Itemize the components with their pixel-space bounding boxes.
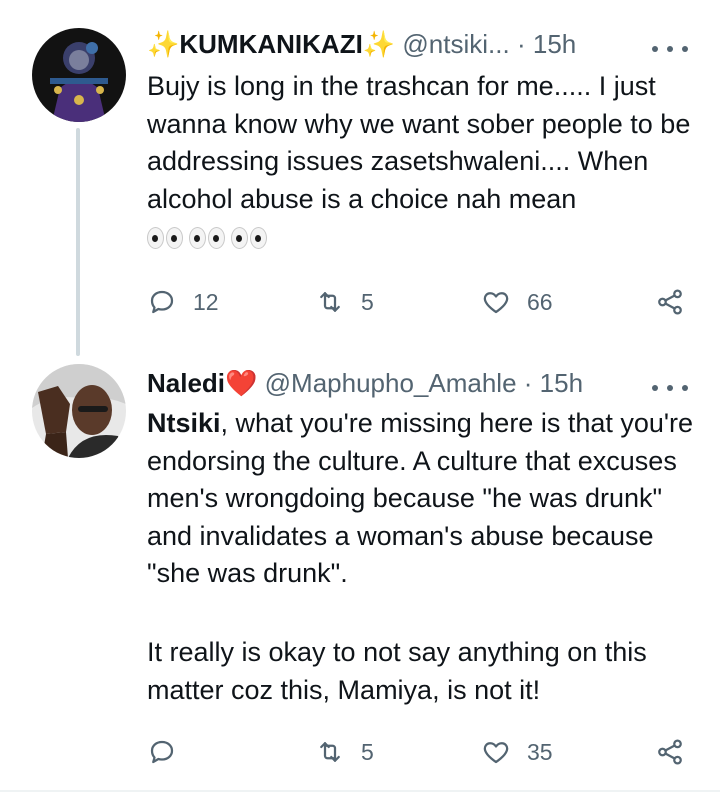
retweet-icon xyxy=(320,742,340,762)
share-button[interactable] xyxy=(655,732,685,772)
avatar-illustration xyxy=(32,28,126,122)
more-icon[interactable] xyxy=(652,39,688,59)
like-icon xyxy=(483,292,509,314)
tweet-text-content: It really is okay to not say anything on… xyxy=(147,637,655,705)
share-icon xyxy=(658,289,682,315)
tweet-text-paragraph-2: It really is okay to not say anything on… xyxy=(147,634,707,709)
mention[interactable]: Ntsiki xyxy=(147,408,221,438)
share-button[interactable] xyxy=(655,282,685,322)
reply-icon xyxy=(150,290,174,314)
heart-emoji-icon: ❤️ xyxy=(225,368,258,398)
reply-icon xyxy=(150,740,174,764)
tweet-2[interactable]: Naledi❤️ @Maphupho_Amahle · 15h Ntsiki, … xyxy=(0,356,720,792)
tweet-text-content: Bujy is long in the trashcan for me.....… xyxy=(147,71,698,214)
avatar[interactable] xyxy=(32,364,126,458)
display-name[interactable]: KUMKANIKAZI xyxy=(179,29,362,59)
avatar[interactable] xyxy=(32,28,126,122)
handle[interactable]: @Maphupho_Amahle xyxy=(265,368,517,398)
thread-line xyxy=(76,128,80,356)
retweet-icon xyxy=(320,292,340,312)
reply-button[interactable]: 12 xyxy=(147,282,219,322)
tweet-header: ✨KUMKANIKAZI✨ @ntsiki... · 15h xyxy=(147,27,576,61)
display-name[interactable]: Naledi xyxy=(147,368,225,398)
action-bar: 5 35 xyxy=(147,732,707,772)
divider xyxy=(0,790,720,792)
tweet-header: Naledi❤️ @Maphupho_Amahle · 15h xyxy=(147,366,583,400)
sparkle-icon: ✨ xyxy=(362,29,396,59)
like-icon xyxy=(483,742,509,764)
like-count: 66 xyxy=(527,288,553,315)
like-count: 35 xyxy=(527,738,553,765)
more-icon[interactable] xyxy=(652,378,688,398)
reply-button[interactable] xyxy=(147,732,193,772)
retweet-count: 5 xyxy=(361,738,374,765)
tweet-text-content: , what you're missing here is that you'r… xyxy=(147,408,701,588)
retweet-button[interactable]: 5 xyxy=(315,282,374,322)
share-icon xyxy=(658,739,682,765)
avatar-photo xyxy=(32,364,126,458)
like-button[interactable]: 66 xyxy=(481,282,553,322)
tweet-text: Ntsiki, what you're missing here is that… xyxy=(147,405,707,593)
eyes-emoji xyxy=(147,226,267,249)
handle[interactable]: @ntsiki... xyxy=(402,29,509,59)
separator: · xyxy=(516,29,526,59)
tweet-1[interactable]: ✨KUMKANIKAZI✨ @ntsiki... · 15h Bujy is l… xyxy=(0,0,720,356)
retweet-count: 5 xyxy=(361,288,374,315)
timestamp[interactable]: 15h xyxy=(533,29,576,59)
separator: · xyxy=(523,368,533,398)
retweet-button[interactable]: 5 xyxy=(315,732,374,772)
action-bar: 12 5 66 xyxy=(147,282,707,322)
reply-count: 12 xyxy=(193,288,219,315)
tweet-text: Bujy is long in the trashcan for me.....… xyxy=(147,68,707,256)
like-button[interactable]: 35 xyxy=(481,732,553,772)
sparkle-icon: ✨ xyxy=(147,29,180,59)
timestamp[interactable]: 15h xyxy=(540,368,583,398)
